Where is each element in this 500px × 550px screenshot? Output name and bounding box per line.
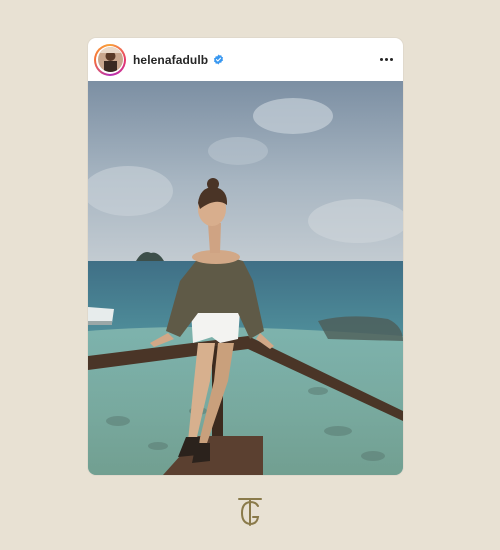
tg-monogram-logo (238, 498, 262, 526)
avatar-photo (97, 47, 123, 72)
more-horizontal-icon (380, 58, 383, 61)
more-options-button[interactable] (380, 54, 393, 65)
page: helenafadulb (0, 0, 500, 550)
username[interactable]: helenafadulb (133, 53, 208, 67)
avatar[interactable] (94, 43, 126, 76)
instagram-post-card: helenafadulb (88, 38, 403, 475)
verified-badge-icon (214, 54, 224, 65)
post-photo[interactable] (88, 81, 403, 475)
post-header: helenafadulb (88, 38, 403, 81)
